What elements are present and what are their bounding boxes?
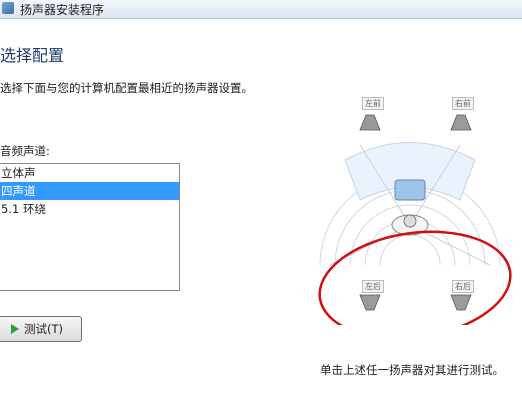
speaker-layout-graphic xyxy=(318,114,512,340)
monitor-icon xyxy=(394,179,426,201)
audio-channels-label: 音频声道: xyxy=(0,144,50,158)
list-item-quadraphonic[interactable]: 四声道 xyxy=(0,182,179,200)
speaker-rear-left-icon[interactable] xyxy=(359,294,381,311)
list-item-stereo[interactable]: 立体声 xyxy=(0,164,179,182)
list-item-5-1-surround[interactable]: 5.1 环绕 xyxy=(0,200,179,218)
speaker-rear-right-icon[interactable] xyxy=(450,294,472,311)
test-button[interactable]: 测试(T) xyxy=(0,316,82,342)
speaker-label-front-right: 右前 xyxy=(452,97,474,110)
speaker-front-left-icon[interactable] xyxy=(359,114,381,131)
instruction-text: 选择下面与您的计算机配置最相近的扬声器设置。 xyxy=(0,81,253,95)
test-button-label: 测试(T) xyxy=(24,322,63,336)
hint-text: 单击上述任一扬声器对其进行测试。 xyxy=(320,363,504,377)
speaker-label-rear-left: 左后 xyxy=(362,280,384,293)
audio-channels-list[interactable]: 立体声 四声道 5.1 环绕 xyxy=(0,163,180,291)
speaker-diagram: 左前 右前 左后 右后 xyxy=(300,85,522,340)
page-title: 选择配置 xyxy=(0,46,65,65)
speaker-label-rear-right: 右后 xyxy=(452,280,474,293)
window-titlebar: 扬声器安装程序 xyxy=(0,0,522,19)
app-icon xyxy=(2,2,14,14)
window-title: 扬声器安装程序 xyxy=(20,3,105,17)
speaker-front-right-icon[interactable] xyxy=(450,114,472,131)
speaker-label-front-left: 左前 xyxy=(362,97,384,110)
play-icon xyxy=(11,324,19,334)
